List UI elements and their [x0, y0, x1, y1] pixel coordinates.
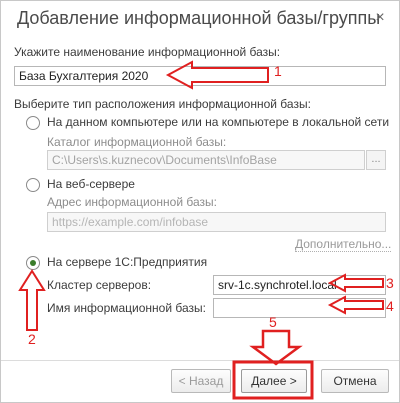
dialog-title: Добавление информационной базы/группы: [17, 8, 381, 28]
more-settings-link[interactable]: Дополнительно...: [295, 237, 392, 252]
close-icon[interactable]: ×: [371, 9, 389, 27]
back-button[interactable]: < Назад: [171, 369, 231, 393]
radio-1c-server[interactable]: [26, 256, 40, 270]
db-name-label: Имя информационной базы:: [47, 301, 206, 315]
web-address-input[interactable]: https://example.com/infobase: [47, 212, 386, 232]
marker-3: 3: [386, 275, 394, 291]
catalog-label: Каталог информационной базы:: [47, 135, 227, 149]
cluster-label: Кластер серверов:: [47, 278, 152, 292]
radio-web-server[interactable]: [26, 178, 40, 192]
marker-2: 2: [28, 331, 36, 347]
option-web-label: На веб-сервере: [47, 177, 135, 191]
web-address-label: Адрес информационной базы:: [47, 195, 217, 209]
radio-local-computer[interactable]: [26, 116, 40, 130]
option-local-label: На данном компьютере или на компьютере в…: [47, 115, 390, 129]
footer-divider: [1, 360, 399, 361]
next-button[interactable]: Далее >: [241, 369, 307, 393]
location-type-label: Выберите тип расположения информационной…: [14, 97, 311, 111]
option-1c-label: На сервере 1С:Предприятия: [47, 255, 208, 269]
cluster-input[interactable]: srv-1c.synchrotel.local: [213, 275, 386, 295]
infobase-name-input[interactable]: База Бухгалтерия 2020: [14, 66, 386, 86]
catalog-input[interactable]: C:\Users\s.kuznecov\Documents\InfoBase: [47, 150, 365, 170]
db-name-input[interactable]: [213, 298, 386, 318]
browse-catalog-button[interactable]: ...: [366, 150, 386, 170]
marker-1: 1: [274, 63, 282, 79]
marker-5: 5: [269, 314, 277, 330]
infobase-name-label: Укажите наименование информационной базы…: [14, 45, 281, 59]
cancel-button[interactable]: Отмена: [321, 369, 389, 393]
marker-4: 4: [386, 298, 394, 314]
add-infobase-dialog: Добавление информационной базы/группы × …: [0, 0, 400, 403]
